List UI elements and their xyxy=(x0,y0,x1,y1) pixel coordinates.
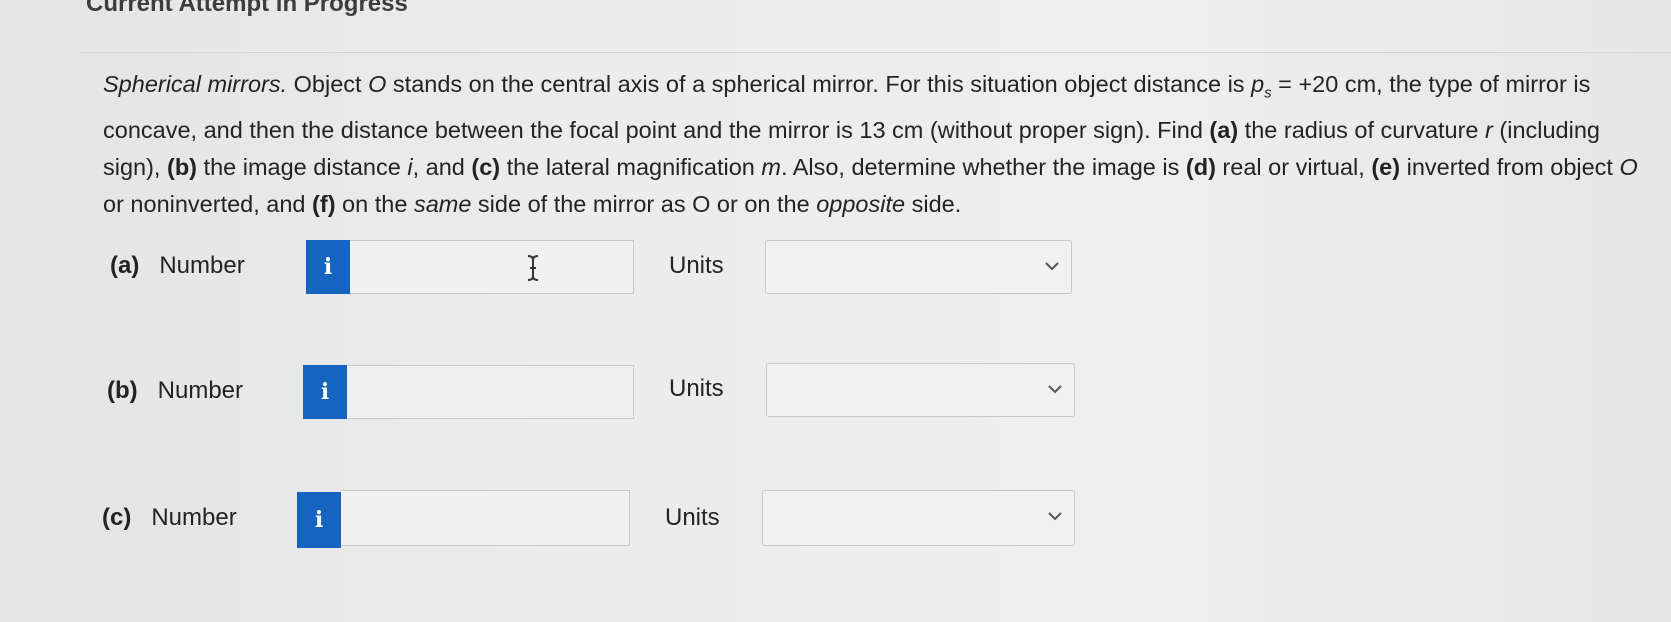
part-marker: (b) xyxy=(107,377,138,404)
units-label: Units xyxy=(665,504,720,531)
question-part-marker: (d) xyxy=(1185,153,1216,180)
question-fragment: inverted from object xyxy=(1400,153,1620,180)
number-input-a[interactable] xyxy=(350,240,634,294)
chevron-down-icon xyxy=(1048,512,1062,521)
number-label: Number xyxy=(159,252,245,279)
question-fragment: O xyxy=(368,71,387,97)
page-title: Current Attempt in Progress xyxy=(86,0,408,17)
question-fragment: the lateral magnification xyxy=(500,153,762,180)
number-input-c[interactable] xyxy=(341,490,630,546)
question-variable: r xyxy=(1485,116,1493,143)
answer-row-a: (a) Number i Units xyxy=(0,238,1671,294)
chevron-down-icon xyxy=(1045,262,1059,271)
chevron-down-icon xyxy=(1048,385,1062,394)
row-label-b: (b) Number xyxy=(107,377,243,405)
units-dropdown-a[interactable] xyxy=(765,240,1072,294)
answer-row-b: (b) Number i Units xyxy=(0,363,1671,419)
row-label-c: (c) Number xyxy=(102,504,237,532)
question-part-marker: (b) xyxy=(167,153,198,180)
question-variable: p xyxy=(1251,71,1265,97)
text-cursor-icon xyxy=(527,255,539,281)
number-input-b[interactable] xyxy=(347,365,634,419)
question-fragment: real or virtual, xyxy=(1215,153,1372,180)
question-fragment: . Also, determine whether the image is xyxy=(780,153,1186,180)
row-label-a: (a) Number xyxy=(110,252,245,280)
units-dropdown-b[interactable] xyxy=(766,363,1075,417)
question-fragment: the radius of curvature xyxy=(1238,116,1486,143)
question-fragment: the image distance xyxy=(197,153,408,180)
question-fragment: side. xyxy=(905,190,962,217)
units-dropdown-c[interactable] xyxy=(762,490,1075,546)
number-label: Number xyxy=(157,377,244,404)
question-subscript: s xyxy=(1264,84,1272,102)
question-emphasis: same xyxy=(413,190,472,217)
info-icon[interactable]: i xyxy=(297,492,341,548)
question-variable: m xyxy=(761,153,781,180)
question-emphasis: opposite xyxy=(816,190,906,217)
question-fragment: Object xyxy=(287,71,369,97)
question-variable: O xyxy=(1619,153,1638,180)
question-part-marker: (f) xyxy=(312,190,336,217)
question-part-marker: (a) xyxy=(1209,116,1239,143)
question-part-marker: (e) xyxy=(1371,153,1401,180)
info-icon[interactable]: i xyxy=(303,365,347,419)
question-fragment: or noninverted, and xyxy=(103,190,313,217)
part-marker: (c) xyxy=(102,504,132,531)
question-text: Spherical mirrors. Object O stands on th… xyxy=(103,66,1643,223)
header-divider xyxy=(80,52,1671,53)
answer-row-c: (c) Number i Units xyxy=(0,490,1671,548)
units-label: Units xyxy=(669,375,724,402)
info-icon[interactable]: i xyxy=(306,240,350,294)
question-fragment: stands on the central axis of a spherica… xyxy=(386,71,1252,97)
question-topic: Spherical mirrors. xyxy=(103,71,288,97)
part-marker: (a) xyxy=(110,252,140,279)
units-label: Units xyxy=(669,252,724,279)
question-fragment: on the xyxy=(335,190,414,217)
question-fragment: side of the mirror as O or on the xyxy=(471,190,817,217)
number-label: Number xyxy=(151,504,237,531)
question-part-marker: (c) xyxy=(471,153,501,180)
question-fragment: , and xyxy=(412,153,472,180)
